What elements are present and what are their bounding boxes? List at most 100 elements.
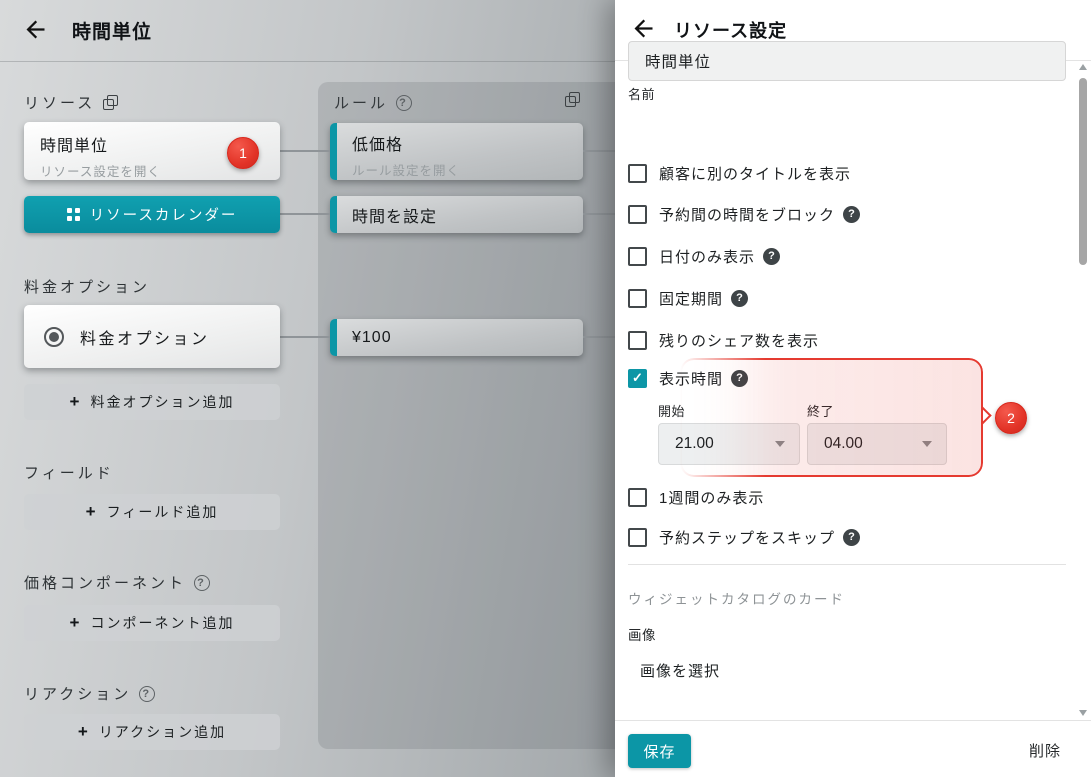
plus-icon: + [70,392,82,412]
scrollbar-up-arrow[interactable] [1079,64,1087,70]
copy-icon[interactable] [103,95,118,110]
checkbox-row-block-time[interactable]: 予約間の時間をブロック ? [628,204,860,224]
help-icon[interactable]: ? [763,248,780,265]
annotation-badge-2: 2 [995,402,1027,434]
drawer-title: リソース設定 [674,17,787,43]
rules-heading: ルール ? [334,92,412,113]
rule-card-low-price[interactable]: 低価格 ルール設定を開く [330,123,583,180]
resource-calendar-label: リソースカレンダー [90,204,238,225]
checkbox[interactable] [628,205,647,224]
drawer-footer: 保存 削除 [615,720,1091,777]
widget-catalog-heading: ウィジェットカタログのカード [628,588,845,608]
price-options-heading: 料金オプション [24,276,150,297]
rule-card-subtitle: ルール設定を開く [352,160,583,179]
add-component-button[interactable]: + コンポーネント追加 [24,605,280,641]
rule-card-price[interactable]: ¥100 [330,319,583,356]
page-title: 時間単位 [72,17,152,44]
price-options-heading-label: 料金オプション [24,276,150,297]
checkbox-checked[interactable]: ✓ [628,369,647,388]
start-label: 開始 [658,401,685,420]
rule-card-title: ¥100 [352,329,392,347]
back-button[interactable] [18,14,52,48]
checkbox[interactable] [628,247,647,266]
scrollbar-thumb[interactable] [1079,78,1087,265]
components-heading: 価格コンポーネント ? [24,572,210,593]
fields-heading-label: フィールド [24,462,114,483]
name-label: 名前 [628,84,655,103]
checkbox-label: 予約間の時間をブロック [659,204,835,225]
checkbox[interactable] [628,164,647,183]
checkbox[interactable] [628,528,647,547]
checkbox-label: 予約ステップをスキップ [659,527,835,548]
connector-line [280,150,330,152]
help-icon[interactable]: ? [843,206,860,223]
end-time-select[interactable]: 04.00 [807,423,947,465]
radio-icon [44,327,64,347]
add-price-option-label: 料金オプション追加 [90,392,234,412]
checkbox-label: 固定期間 [659,288,723,309]
help-icon[interactable]: ? [194,575,210,591]
price-option-card-label: 料金オプション [80,325,210,349]
checkbox-label: 顧客に別のタイトルを表示 [659,163,851,184]
help-icon[interactable]: ? [731,290,748,307]
chevron-down-icon [922,441,932,447]
fields-heading: フィールド [24,462,114,483]
help-icon[interactable]: ? [139,686,155,702]
copy-icon[interactable] [565,92,580,107]
end-time-value: 04.00 [824,435,922,453]
main-header: 時間単位 [0,0,615,61]
plus-icon: + [86,502,98,522]
checkbox-row-remaining-shares[interactable]: 残りのシェア数を表示 [628,330,819,350]
end-label: 終了 [807,401,834,420]
calendar-grid-icon [67,208,80,221]
rule-card-title: 時間を設定 [352,203,437,227]
connector-line [280,336,330,338]
resource-heading: リソース [24,92,118,113]
add-field-label: フィールド追加 [107,502,219,522]
select-image-button[interactable]: 画像を選択 [640,660,720,681]
checkbox-label: 日付のみ表示 [659,246,755,267]
check-icon: ✓ [632,370,643,386]
checkbox-row-customer-title[interactable]: 顧客に別のタイトルを表示 [628,163,851,183]
checkbox[interactable] [628,488,647,507]
rule-card-title: 低価格 [352,131,583,155]
checkbox-row-one-week[interactable]: 1週間のみ表示 [628,487,764,507]
delete-button[interactable]: 削除 [1023,734,1067,768]
image-label: 画像 [628,624,656,644]
checkbox-row-display-time[interactable]: ✓ 表示時間 ? [628,368,748,388]
rules-heading-label: ルール [334,92,388,113]
help-icon[interactable]: ? [731,370,748,387]
components-heading-label: 価格コンポーネント [24,572,186,593]
rule-card-set-time[interactable]: 時間を設定 [330,196,583,233]
checkbox-row-skip-step[interactable]: 予約ステップをスキップ ? [628,527,860,547]
help-icon[interactable]: ? [843,529,860,546]
help-icon[interactable]: ? [396,95,412,111]
resource-settings-drawer: リソース設定 名前 顧客に別のタイトルを表示 予約間の時間をブロック ? 日付の… [615,0,1091,777]
checkbox-label: 残りのシェア数を表示 [659,330,819,351]
add-reaction-label: リアクション追加 [99,722,226,742]
name-input[interactable] [628,41,1066,81]
checkbox-row-fixed-period[interactable]: 固定期間 ? [628,288,748,308]
scrollbar-down-arrow[interactable] [1079,710,1087,716]
checkbox[interactable] [628,289,647,308]
price-option-card[interactable]: 料金オプション [24,305,280,368]
rules-panel: ルール ? 低価格 ルール設定を開く 時間を設定 ¥100 [318,82,640,749]
connector-line [280,213,330,215]
resource-card[interactable]: 時間単位 リソース設定を開く 1 [24,122,280,180]
reactions-heading-label: リアクション [24,683,131,704]
checkbox-label: 1週間のみ表示 [659,487,764,508]
start-time-value: 21.00 [675,435,775,453]
section-divider [628,564,1066,565]
checkbox[interactable] [628,331,647,350]
back-arrow-icon [22,16,49,46]
add-field-button[interactable]: + フィールド追加 [24,494,280,530]
plus-icon: + [78,722,90,742]
save-button[interactable]: 保存 [628,734,691,768]
resource-heading-label: リソース [24,92,95,113]
annotation-badge-1: 1 [227,137,259,169]
start-time-select[interactable]: 21.00 [658,423,800,465]
add-reaction-button[interactable]: + リアクション追加 [24,714,280,750]
checkbox-row-date-only[interactable]: 日付のみ表示 ? [628,246,780,266]
add-price-option-button[interactable]: + 料金オプション追加 [24,384,280,420]
resource-calendar-button[interactable]: リソースカレンダー [24,196,280,233]
